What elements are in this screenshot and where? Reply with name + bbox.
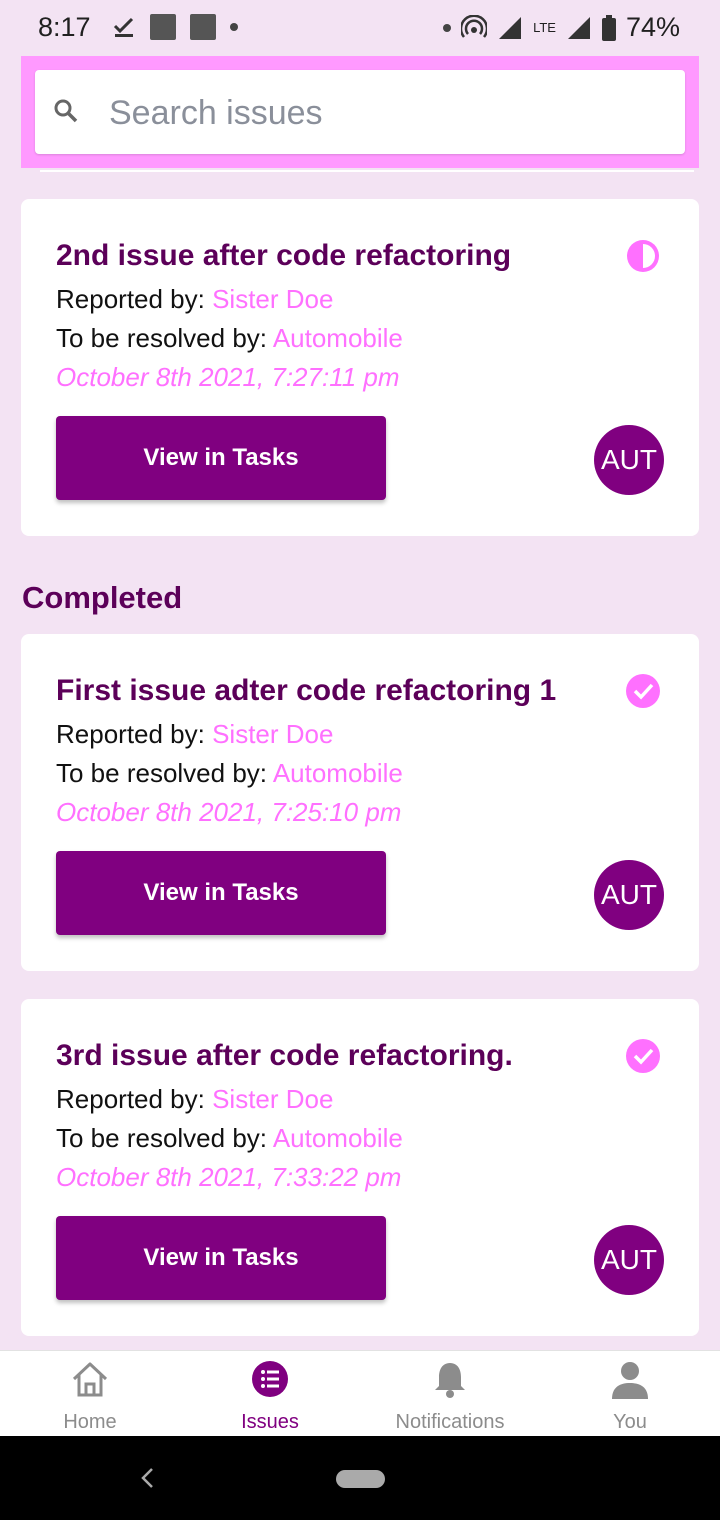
reported-by: Reported by: Sister Doe	[56, 284, 333, 315]
dot-icon	[443, 23, 452, 32]
status-bar: 8:17 LTE 74%	[0, 0, 720, 56]
search-input[interactable]	[107, 88, 671, 138]
search-box[interactable]	[35, 70, 685, 154]
avatar[interactable]: AUT	[594, 1225, 664, 1295]
reported-by-label: Reported by:	[56, 284, 213, 314]
nav-label: Home	[63, 1411, 117, 1433]
nav-item-you[interactable]: You	[540, 1351, 720, 1437]
view-in-tasks-button[interactable]: View in Tasks	[56, 1216, 386, 1300]
check-circle-icon	[626, 1039, 660, 1073]
home-icon	[72, 1362, 108, 1397]
nav-label: You	[613, 1411, 647, 1433]
bottom-nav: Home Issues Notifications You	[0, 1350, 720, 1437]
system-icons: LTE 74%	[443, 12, 680, 43]
status-time: 8:17	[38, 12, 91, 42]
issue-date: October 8th 2021, 7:27:11 pm	[56, 362, 400, 392]
app-notification-icon	[150, 14, 176, 40]
reported-by-label: Reported by:	[56, 1084, 213, 1114]
resolved-by-label: To be resolved by:	[56, 1123, 273, 1153]
list-icon	[252, 1361, 288, 1397]
app-notification-icon	[190, 14, 216, 40]
resolved-by: To be resolved by: Automobile	[56, 758, 403, 789]
battery-icon	[601, 14, 616, 41]
reported-by-label: Reported by:	[56, 719, 213, 749]
person-icon	[612, 1362, 648, 1399]
reporter-name[interactable]: Sister Doe	[212, 1084, 333, 1114]
more-notifications-icon	[230, 23, 238, 31]
issue-date: October 8th 2021, 7:25:10 pm	[56, 797, 402, 827]
resolved-by: To be resolved by: Automobile	[56, 323, 403, 354]
download-done-icon	[113, 17, 134, 37]
avatar[interactable]: AUT	[594, 425, 664, 495]
completed-header: Completed	[22, 580, 183, 615]
issue-title: 3rd issue after code refactoring.	[56, 1039, 513, 1072]
half-circle-icon	[627, 240, 659, 272]
resolver-name[interactable]: Automobile	[273, 323, 403, 353]
signal-icon	[499, 16, 522, 39]
issue-date: October 8th 2021, 7:33:22 pm	[56, 1162, 402, 1192]
view-in-tasks-button[interactable]: View in Tasks	[56, 416, 386, 500]
nav-item-notifications[interactable]: Notifications	[360, 1351, 540, 1437]
search-bar	[21, 56, 699, 168]
check-circle-icon	[626, 674, 660, 708]
hotspot-icon	[461, 14, 488, 38]
reported-by: Reported by: Sister Doe	[56, 719, 333, 750]
nav-label: Notifications	[395, 1411, 505, 1433]
divider	[40, 170, 694, 172]
bell-icon	[435, 1363, 465, 1398]
resolver-name[interactable]: Automobile	[273, 1123, 403, 1153]
signal-icon	[567, 16, 590, 39]
nav-item-issues[interactable]: Issues	[180, 1351, 360, 1437]
avatar[interactable]: AUT	[594, 860, 664, 930]
search-icon	[54, 99, 78, 123]
issue-card: 3rd issue after code refactoring. Report…	[21, 999, 699, 1336]
resolver-name[interactable]: Automobile	[273, 758, 403, 788]
reporter-name[interactable]: Sister Doe	[212, 719, 333, 749]
notification-icons	[112, 14, 238, 40]
home-pill[interactable]	[336, 1470, 385, 1488]
nav-label: Issues	[241, 1411, 299, 1433]
battery-level: 74%	[625, 12, 680, 42]
issue-title: 2nd issue after code refactoring	[56, 239, 512, 272]
issue-card: 2nd issue after code refactoring Reporte…	[21, 199, 699, 536]
system-navigation-bar	[0, 1436, 720, 1520]
resolved-by: To be resolved by: Automobile	[56, 1123, 403, 1154]
nav-item-home[interactable]: Home	[0, 1351, 180, 1437]
reporter-name[interactable]: Sister Doe	[212, 284, 333, 314]
issue-title: First issue adter code refactoring 1	[56, 674, 557, 707]
view-in-tasks-button[interactable]: View in Tasks	[56, 851, 386, 935]
reported-by: Reported by: Sister Doe	[56, 1084, 333, 1115]
resolved-by-label: To be resolved by:	[56, 323, 273, 353]
resolved-by-label: To be resolved by:	[56, 758, 273, 788]
issue-card: First issue adter code refactoring 1 Rep…	[21, 634, 699, 971]
network-type: LTE	[533, 20, 556, 35]
back-icon[interactable]	[138, 1466, 156, 1490]
